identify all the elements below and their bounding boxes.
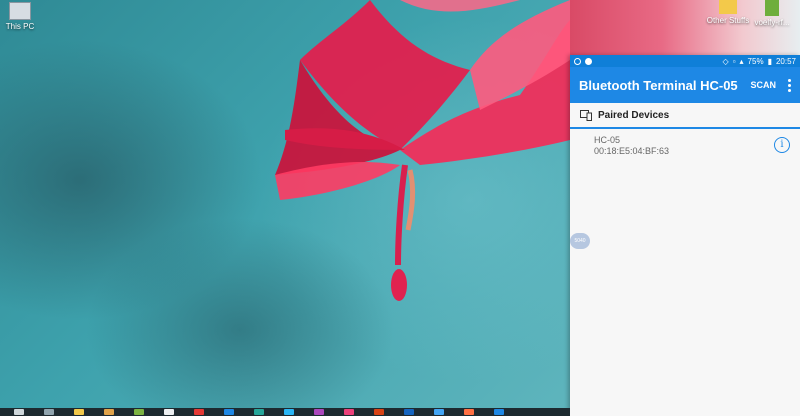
device-name: HC-05: [594, 135, 621, 145]
voelfy-desktop-icon[interactable]: voelfy-rf...: [742, 0, 800, 27]
section-title: Paired Devices: [598, 109, 670, 121]
devices-icon: [580, 109, 592, 121]
this-pc-desktop-icon[interactable]: This PC: [0, 2, 50, 31]
app-icon-9[interactable]: [404, 409, 414, 415]
desktop-wallpaper-right: Other Stuffs voelfy-rf...: [570, 0, 800, 55]
app-icon-11[interactable]: [464, 409, 474, 415]
desktop-icon-label: voelfy-rf...: [754, 18, 790, 27]
app-title: Bluetooth Terminal HC-05: [579, 77, 738, 93]
scan-button[interactable]: SCAN: [750, 80, 776, 90]
battery-percent: 75%: [747, 56, 764, 66]
notification-icon: [574, 57, 581, 65]
paired-devices-header: Paired Devices: [570, 103, 800, 129]
app-icon-10[interactable]: [434, 409, 444, 415]
file-explorer-icon[interactable]: [74, 409, 84, 415]
computer-icon: [9, 2, 31, 20]
flower-wallpaper: [275, 0, 570, 301]
vibrate-icon: ▫: [732, 56, 736, 66]
app-icon-6[interactable]: [314, 409, 324, 415]
app-bar: Bluetooth Terminal HC-05 SCAN: [570, 67, 800, 103]
desktop-icon-label: This PC: [5, 22, 35, 31]
paired-device-item[interactable]: HC-05 00:18:E5:04:BF:63 i: [570, 129, 800, 163]
signal-icon: ▴: [739, 56, 744, 66]
document-icon: [765, 0, 779, 16]
folder-icon: [719, 0, 737, 14]
overflow-menu-icon[interactable]: [788, 78, 792, 92]
search-icon[interactable]: [14, 409, 24, 415]
task-view-icon[interactable]: [44, 409, 54, 415]
chrome-icon[interactable]: [104, 409, 114, 415]
floating-handle[interactable]: 5040: [570, 233, 590, 249]
app-icon-8[interactable]: [374, 409, 384, 415]
app-icon-7[interactable]: [344, 409, 354, 415]
app-icon-12[interactable]: [494, 409, 504, 415]
app-icon-4[interactable]: [254, 409, 264, 415]
store-icon[interactable]: [134, 409, 144, 415]
call-icon: [585, 57, 592, 65]
taskbar: [0, 408, 570, 416]
app-icon-1[interactable]: [164, 409, 174, 415]
desktop: This PC: [0, 0, 570, 416]
app-icon-5[interactable]: [284, 409, 294, 415]
device-mac-address: 00:18:E5:04:BF:63: [594, 146, 670, 156]
clock: 20:57: [775, 56, 796, 66]
bluetooth-icon: ◇: [722, 56, 729, 66]
bluetooth-terminal-app: ◇ ▫ ▴ 75% ▮ 20:57 Bluetooth Terminal HC-…: [570, 55, 800, 416]
info-icon[interactable]: i: [774, 137, 790, 153]
battery-icon: ▮: [767, 56, 772, 66]
app-icon-2[interactable]: [194, 409, 204, 415]
app-icon-3[interactable]: [224, 409, 234, 415]
status-bar: ◇ ▫ ▴ 75% ▮ 20:57: [570, 55, 800, 67]
